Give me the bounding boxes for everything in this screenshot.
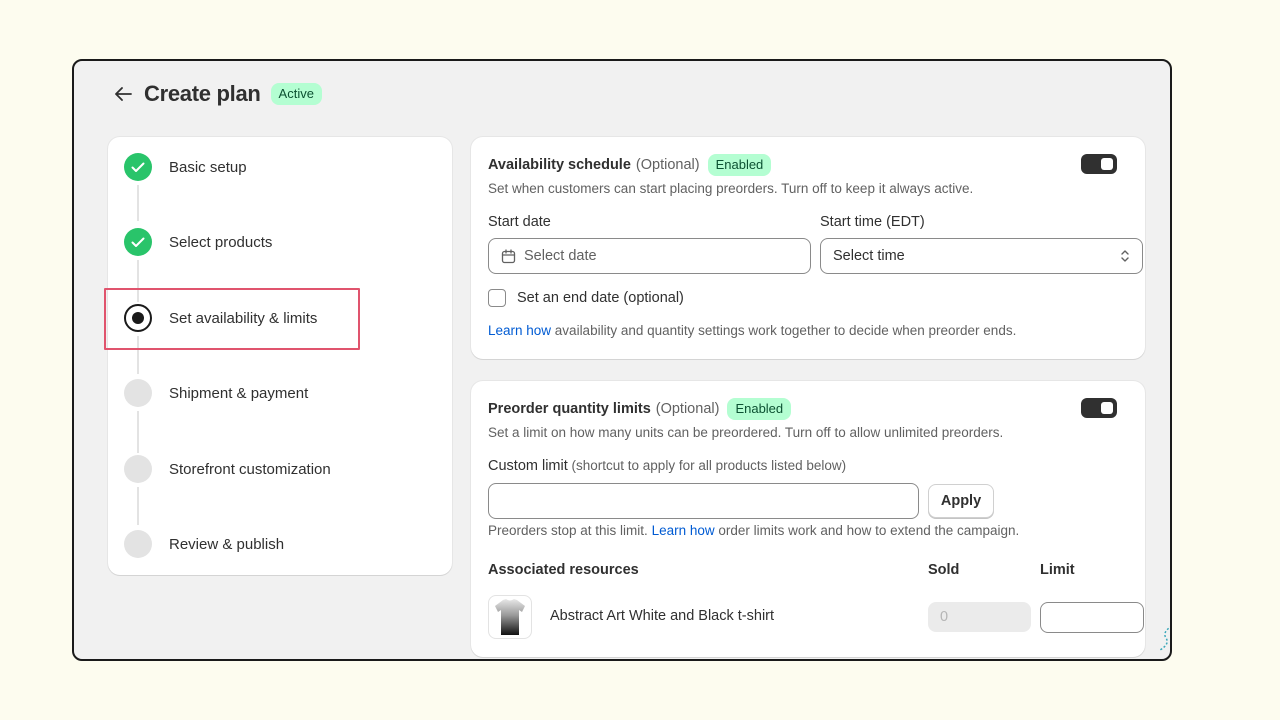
step-label: Shipment & payment bbox=[169, 384, 309, 402]
product-thumbnail bbox=[488, 595, 532, 639]
column-header-limit: Limit bbox=[1040, 562, 1075, 578]
sold-count-field: 0 bbox=[928, 602, 1031, 632]
custom-limit-label-row: Custom limit (shortcut to apply for all … bbox=[488, 458, 846, 474]
enabled-badge: Enabled bbox=[727, 398, 792, 420]
availability-title-row: Availability schedule (Optional) Enabled bbox=[488, 154, 772, 176]
pending-step-icon bbox=[124, 530, 152, 558]
calendar-icon bbox=[501, 248, 516, 264]
steps-panel: Basic setup Select products Set availabi… bbox=[104, 137, 452, 575]
current-step-highlight bbox=[104, 288, 360, 350]
step-connector bbox=[137, 487, 139, 525]
product-limit-input[interactable] bbox=[1040, 602, 1144, 633]
end-date-checkbox[interactable] bbox=[488, 289, 506, 307]
limit-learn-how-link[interactable]: Learn how bbox=[652, 523, 715, 538]
status-badge: Active bbox=[270, 83, 322, 105]
step-label: Select products bbox=[169, 233, 273, 251]
preorder-quantity-card: Preorder quantity limits (Optional) Enab… bbox=[471, 381, 1145, 657]
start-time-label: Start time (EDT) bbox=[820, 214, 925, 230]
card-title: Availability schedule bbox=[488, 157, 631, 173]
learn-how-text: Learn how availability and quantity sett… bbox=[488, 323, 1016, 338]
step-label: Basic setup bbox=[169, 158, 247, 176]
app-window: Create plan Active Basic setup Select pr… bbox=[72, 59, 1172, 661]
step-basic-setup[interactable]: Basic setup bbox=[124, 153, 247, 181]
card-title: Preorder quantity limits bbox=[488, 401, 651, 417]
corner-decoration-icon bbox=[1156, 624, 1170, 657]
step-label: Storefront customization bbox=[169, 460, 331, 478]
column-header-resources: Associated resources bbox=[488, 562, 639, 578]
start-date-label: Start date bbox=[488, 214, 551, 230]
step-shipment-payment[interactable]: Shipment & payment bbox=[124, 379, 308, 407]
check-circle-icon bbox=[124, 228, 152, 256]
limit-help-text: Preorders stop at this limit. Learn how … bbox=[488, 523, 1019, 538]
start-date-placeholder: Select date bbox=[524, 248, 597, 264]
page-header: Create plan Active bbox=[112, 81, 322, 107]
step-label: Review & publish bbox=[169, 535, 285, 553]
page-title: Create plan bbox=[144, 81, 261, 106]
column-header-sold: Sold bbox=[928, 562, 960, 578]
apply-button[interactable]: Apply bbox=[928, 484, 994, 518]
availability-toggle[interactable] bbox=[1081, 154, 1117, 174]
check-circle-icon bbox=[124, 153, 152, 181]
limit-help-prefix: Preorders stop at this limit. bbox=[488, 523, 652, 538]
select-chevron-icon bbox=[1120, 248, 1130, 268]
custom-limit-label: Custom limit bbox=[488, 458, 568, 474]
start-time-value: Select time bbox=[833, 248, 905, 264]
step-review-publish[interactable]: Review & publish bbox=[124, 530, 284, 558]
product-name: Abstract Art White and Black t-shirt bbox=[550, 608, 775, 624]
availability-schedule-card: Availability schedule (Optional) Enabled… bbox=[471, 137, 1145, 359]
custom-limit-hint: (shortcut to apply for all products list… bbox=[567, 458, 847, 473]
quantity-title-row: Preorder quantity limits (Optional) Enab… bbox=[488, 398, 792, 420]
sold-value: 0 bbox=[940, 609, 949, 625]
end-date-checkbox-label: Set an end date (optional) bbox=[517, 290, 684, 306]
quantity-toggle[interactable] bbox=[1081, 398, 1117, 418]
start-time-select[interactable]: Select time bbox=[820, 238, 1143, 274]
card-description: Set when customers can start placing pre… bbox=[488, 181, 974, 196]
learn-how-description: availability and quantity settings work … bbox=[551, 323, 1017, 338]
card-description: Set a limit on how many units can be pre… bbox=[488, 425, 1004, 440]
step-connector bbox=[137, 411, 139, 453]
step-storefront-customization[interactable]: Storefront customization bbox=[124, 455, 331, 483]
optional-label: (Optional) bbox=[655, 401, 720, 417]
enabled-badge: Enabled bbox=[707, 154, 772, 176]
step-connector bbox=[137, 185, 139, 221]
step-select-products[interactable]: Select products bbox=[124, 228, 272, 256]
learn-how-link[interactable]: Learn how bbox=[488, 323, 551, 338]
optional-label: (Optional) bbox=[635, 157, 700, 173]
limit-help-suffix: order limits work and how to extend the … bbox=[714, 523, 1020, 538]
tshirt-icon bbox=[495, 599, 525, 635]
end-date-checkbox-row[interactable]: Set an end date (optional) bbox=[488, 289, 684, 307]
pending-step-icon bbox=[124, 455, 152, 483]
back-arrow-icon[interactable] bbox=[112, 83, 134, 105]
start-date-input[interactable]: Select date bbox=[488, 238, 811, 274]
custom-limit-input[interactable] bbox=[488, 483, 919, 519]
pending-step-icon bbox=[124, 379, 152, 407]
